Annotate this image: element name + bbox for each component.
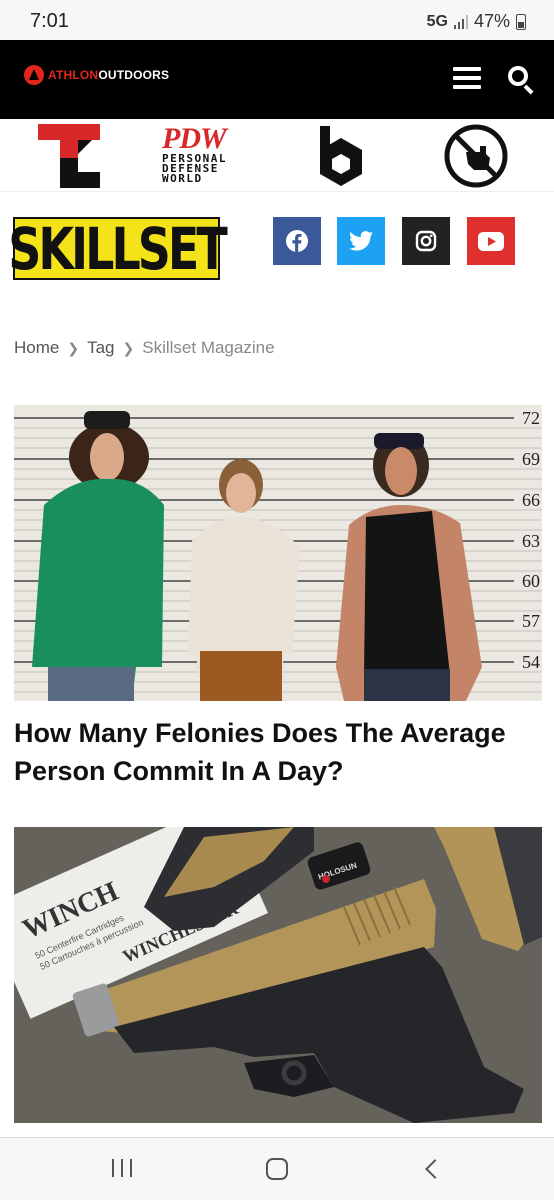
breadcrumb-current: Skillset Magazine — [142, 338, 275, 357]
logo-text-outdoors: OUTDOORS — [98, 68, 170, 82]
skillset-logo[interactable]: SKILLSET — [8, 215, 227, 283]
article-image-lineup[interactable]: 72 69 66 63 60 57 54 — [14, 405, 542, 701]
hand-pointing-logo[interactable] — [444, 124, 508, 188]
twitter-button[interactable] — [337, 217, 385, 265]
brand-strip: PDW PERSONAL DEFENSE WORLD — [0, 119, 554, 192]
facebook-button[interactable] — [273, 217, 321, 265]
status-icons: 5G 47% — [427, 11, 526, 32]
article-title[interactable]: How Many Felonies Does The Average Perso… — [14, 714, 539, 790]
b-hexagon-logo[interactable] — [318, 124, 364, 188]
article-image-pistols[interactable]: WINCH 50 Centerfire Cartridges 50 Cartou… — [14, 827, 542, 1123]
height-mark-72: 72 — [522, 408, 540, 428]
height-mark-66: 66 — [522, 490, 540, 510]
signal-icon — [453, 14, 468, 29]
network-label: 5G — [426, 12, 448, 30]
chevron-right-icon: ❯ — [122, 339, 135, 356]
battery-icon — [516, 13, 526, 30]
height-mark-57: 57 — [522, 611, 540, 631]
search-icon[interactable] — [506, 65, 536, 95]
status-bar: 7:01 5G 47% — [0, 0, 554, 40]
back-icon[interactable] — [412, 1154, 452, 1184]
skillset-title: SKILLSET — [8, 214, 227, 283]
youtube-button[interactable] — [467, 217, 515, 265]
breadcrumb: Home ❯ Tag ❯ Skillset Magazine — [14, 338, 275, 358]
breadcrumb-home[interactable]: Home — [14, 338, 59, 358]
logo-text-athlon: ATHLON — [48, 68, 99, 82]
pdw-logo[interactable]: PDW PERSONAL DEFENSE WORLD — [162, 124, 250, 188]
breadcrumb-tag[interactable]: Tag — [87, 338, 114, 358]
athlon-logo-icon — [24, 65, 44, 85]
logo-text: ATHLONOUTDOORS — [48, 68, 169, 82]
instagram-button[interactable] — [402, 217, 450, 265]
chevron-right-icon: ❯ — [67, 339, 80, 356]
twitter-icon — [349, 231, 373, 251]
height-mark-69: 69 — [522, 449, 540, 469]
clock: 7:01 — [30, 10, 69, 32]
height-mark-63: 63 — [522, 531, 540, 551]
instagram-icon — [415, 230, 437, 252]
youtube-icon — [478, 231, 504, 251]
facebook-icon — [286, 230, 308, 252]
site-header: ATHLONOUTDOORS — [0, 40, 554, 119]
height-mark-60: 60 — [522, 571, 540, 591]
athlon-outdoors-logo[interactable]: ATHLONOUTDOORS — [24, 65, 169, 85]
home-icon[interactable] — [257, 1154, 297, 1184]
battery-percent: 47% — [473, 11, 510, 31]
hamburger-menu-icon[interactable] — [453, 67, 481, 91]
pdw-subtitle-line-3: WORLD — [162, 172, 203, 185]
tl-logo[interactable] — [38, 124, 100, 188]
pdw-title: PDW — [162, 122, 227, 155]
recent-apps-icon[interactable] — [102, 1154, 142, 1184]
height-mark-54: 54 — [522, 652, 540, 672]
system-nav-bar — [0, 1137, 554, 1200]
